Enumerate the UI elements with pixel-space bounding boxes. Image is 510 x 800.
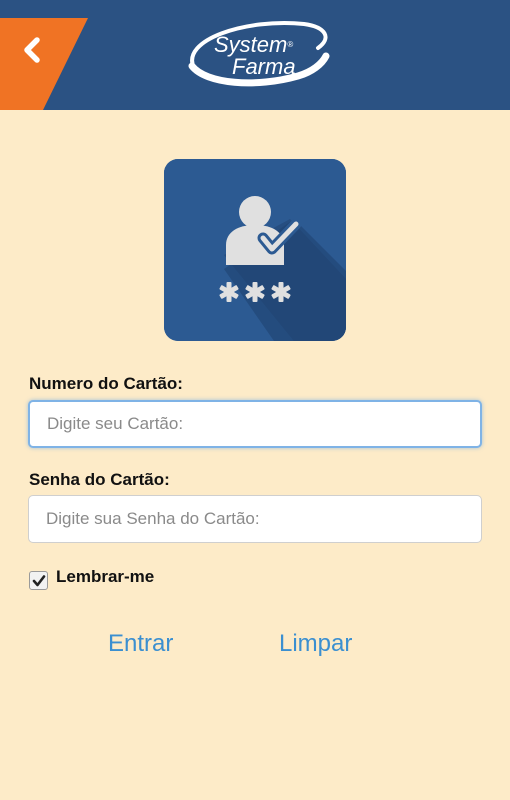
- chevron-left-icon: [0, 18, 88, 110]
- clear-button[interactable]: Limpar: [279, 630, 352, 658]
- remember-me-label: Lembrar-me: [56, 567, 155, 586]
- enter-button[interactable]: Entrar: [108, 630, 173, 658]
- card-number-label: Numero do Cartão:: [29, 374, 183, 393]
- user-check-password-icon: [164, 159, 346, 341]
- remember-me-checkbox[interactable]: [29, 570, 48, 590]
- logo-text-farma: Farma: [232, 54, 296, 79]
- card-password-input[interactable]: [28, 495, 482, 543]
- checkmark-icon: [32, 574, 46, 586]
- system-farma-logo: System® Farma: [186, 18, 330, 90]
- card-password-label: Senha do Cartão:: [29, 470, 170, 489]
- remember-me-control[interactable]: Lembrar-me: [29, 565, 155, 590]
- login-app-icon: [164, 159, 346, 341]
- card-number-input[interactable]: [28, 400, 482, 448]
- back-button[interactable]: [0, 18, 88, 110]
- app-header: System® Farma: [0, 0, 510, 110]
- logo-text-system: System®: [214, 32, 294, 57]
